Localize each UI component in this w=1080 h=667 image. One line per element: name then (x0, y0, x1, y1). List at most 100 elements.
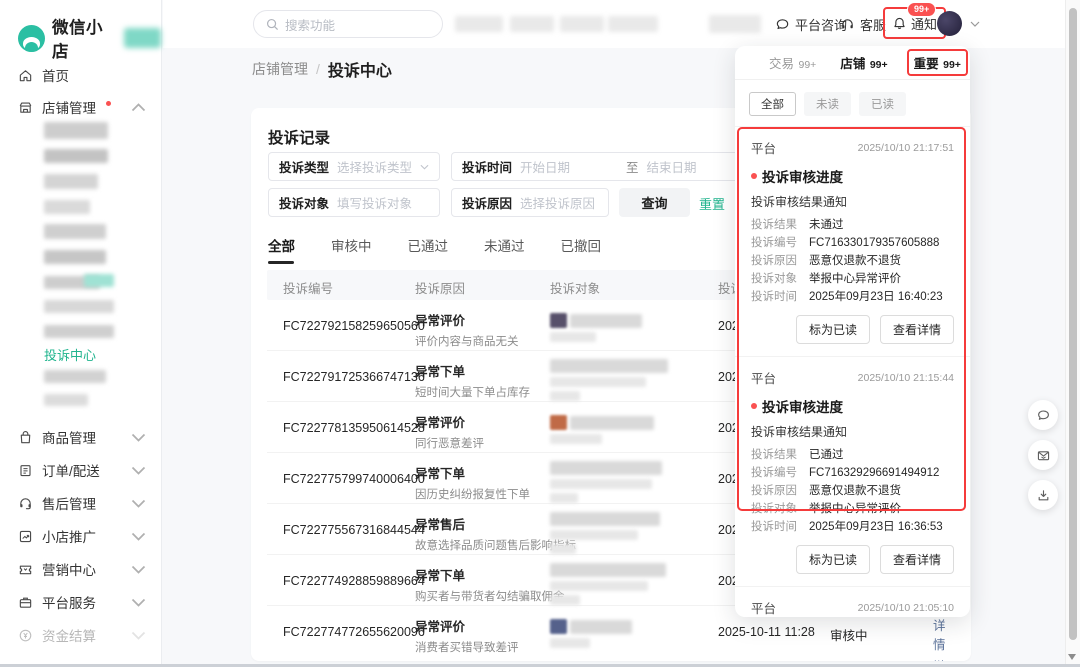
breadcrumb: 店铺管理 / 投诉中心 (252, 57, 392, 81)
tab-withdrawn[interactable]: 已撤回 (561, 235, 602, 264)
chevron-down-icon (131, 595, 146, 610)
complaint-id: FC722774772655620096 (283, 625, 425, 639)
detail-link[interactable]: 详情 (933, 615, 955, 653)
topnav-item-redacted[interactable] (510, 16, 554, 32)
chip-unread[interactable]: 未读 (804, 92, 851, 116)
notif-tab-shop[interactable]: 店铺 99+ (840, 53, 887, 72)
notification-card[interactable]: 平台2025/10/10 21:05:10 投诉审核进度 投诉审核结果通知 投诉… (735, 586, 970, 617)
filter-label: 投诉对象 (279, 193, 329, 212)
chip-read[interactable]: 已读 (859, 92, 906, 116)
sidebar-item-shop-management[interactable]: 店铺管理 (0, 94, 162, 120)
sidebar-subitem-redacted[interactable] (44, 325, 114, 338)
floating-download-button[interactable] (1028, 480, 1058, 510)
reason-detail: 购买者与带货者勾结骗取佣金 (415, 588, 565, 604)
sidebar-item-product-management[interactable]: 商品管理 (0, 424, 162, 450)
notification-card[interactable]: 平台2025/10/10 21:15:44 投诉审核进度 投诉审核结果通知 投诉… (735, 356, 970, 586)
sidebar-subitem-redacted[interactable] (44, 149, 108, 163)
complaint-type-select[interactable]: 投诉类型 选择投诉类型 (268, 152, 440, 181)
notif-timestamp: 2025/10/10 21:17:51 (858, 142, 954, 154)
tab-rejected[interactable]: 未通过 (484, 235, 525, 264)
chevron-down-icon[interactable] (970, 21, 980, 27)
topnav-item-redacted[interactable] (455, 16, 503, 32)
trend-chart-icon (18, 529, 33, 544)
reset-button[interactable]: 重置 (699, 194, 725, 213)
notif-tab-trade[interactable]: 交易 99+ (769, 53, 816, 72)
complaint-id: FC722774928859889664 (283, 574, 425, 588)
chip-all[interactable]: 全部 (749, 92, 796, 116)
sidebar-subitem-redacted[interactable] (44, 174, 98, 189)
mark-read-button[interactable]: 标为已读 (796, 545, 870, 574)
chevron-down-icon (131, 430, 146, 445)
tab-approved[interactable]: 已通过 (408, 235, 449, 264)
page-scrollbar[interactable] (1065, 0, 1080, 667)
page-title: 投诉中心 (328, 57, 392, 81)
unread-dot (751, 403, 757, 409)
bag-icon (18, 430, 33, 445)
filter-placeholder: 选择投诉类型 (337, 157, 412, 176)
sidebar-subitem-redacted[interactable] (44, 300, 114, 313)
sidebar-item-aftersales[interactable]: 售后管理 (0, 490, 162, 516)
topnav-item-redacted[interactable] (608, 16, 658, 32)
reason-detail: 因历史纠纷报复性下单 (415, 486, 530, 502)
sidebar-subitem-redacted[interactable] (44, 250, 106, 264)
complaint-time-range-picker[interactable]: 投诉时间 开始日期 至 结束日期 (451, 152, 763, 181)
topnav-item-redacted[interactable] (709, 15, 761, 33)
reason-detail: 短时间大量下单占库存 (415, 384, 530, 400)
chevron-down-icon (131, 463, 146, 478)
view-detail-button[interactable]: 查看详情 (880, 315, 954, 344)
unread-dot (106, 101, 111, 106)
tab-all[interactable]: 全部 (268, 235, 295, 264)
sidebar-subitem-redacted[interactable] (44, 394, 88, 406)
revoke-link[interactable]: 撤回 (933, 656, 955, 661)
sidebar-item-home[interactable]: 首页 (0, 62, 162, 88)
chevron-down-icon (131, 562, 146, 577)
sidebar-item-marketing-center[interactable]: 营销中心 (0, 556, 162, 582)
headset-icon (18, 496, 33, 511)
reason-detail: 评价内容与商品无关 (415, 333, 519, 349)
scrollbar-thumb[interactable] (1069, 8, 1077, 640)
notification-badge: 99+ (907, 2, 936, 17)
complaint-id: FC722775567316844544 (283, 523, 425, 537)
sidebar-item-funds-settlement[interactable]: 资金结算 (0, 622, 162, 648)
avatar[interactable] (937, 11, 962, 36)
scrollbar-down-arrow[interactable] (1068, 654, 1076, 660)
sidebar: 微信小店 首页 店铺管理 投诉中心 商品管理 (0, 0, 162, 667)
complaint-target-input[interactable]: 投诉对象 填写投诉对象 (268, 188, 440, 217)
notification-card[interactable]: 平台2025/10/10 21:17:51 投诉审核进度 投诉审核结果通知 投诉… (735, 126, 970, 356)
search-placeholder: 搜索功能 (285, 15, 335, 34)
view-detail-button[interactable]: 查看详情 (880, 545, 954, 574)
complaint-target-redacted (550, 313, 642, 342)
breadcrumb-parent[interactable]: 店铺管理 (252, 59, 308, 79)
sidebar-item-label: 订单/配送 (42, 460, 100, 480)
sidebar-item-store-promotion[interactable]: 小店推广 (0, 523, 162, 549)
topnav-item-redacted[interactable] (560, 16, 604, 32)
floating-chat-button[interactable] (1028, 400, 1058, 430)
coupon-icon (18, 562, 33, 577)
sidebar-item-label: 店铺管理 (42, 97, 96, 117)
customer-service-button[interactable]: 客服 (840, 0, 886, 48)
bell-icon[interactable] (892, 16, 907, 31)
chat-bubble-icon (775, 17, 790, 32)
search-icon (266, 18, 279, 31)
sidebar-subitem-redacted[interactable] (44, 370, 106, 383)
notif-tab-important[interactable]: 重要 99+ (907, 49, 968, 76)
sidebar-item-label: 商品管理 (42, 427, 96, 447)
sidebar-item-platform-services[interactable]: 平台服务 (0, 589, 162, 615)
sidebar-item-complaint-center[interactable]: 投诉中心 (44, 345, 96, 364)
home-icon (18, 68, 33, 83)
tab-in-review[interactable]: 审核中 (331, 235, 372, 264)
sidebar-subitem-redacted[interactable] (44, 122, 108, 139)
sidebar-subitem-redacted[interactable] (44, 200, 90, 214)
filter-placeholder: 填写投诉对象 (337, 193, 412, 212)
end-date-placeholder: 结束日期 (647, 157, 697, 176)
platform-consult-button[interactable]: 平台咨询 (775, 0, 847, 48)
floating-message-button[interactable] (1028, 440, 1058, 470)
sidebar-subitem-redacted[interactable] (44, 224, 106, 239)
query-button[interactable]: 查询 (619, 188, 690, 217)
reason: 异常下单 (415, 463, 530, 482)
complaint-reason-select[interactable]: 投诉原因 选择投诉原因 (451, 188, 609, 217)
sidebar-item-orders-delivery[interactable]: 订单/配送 (0, 457, 162, 483)
search-input[interactable]: 搜索功能 (253, 10, 443, 38)
filter-placeholder: 选择投诉原因 (520, 193, 595, 212)
mark-read-button[interactable]: 标为已读 (796, 315, 870, 344)
